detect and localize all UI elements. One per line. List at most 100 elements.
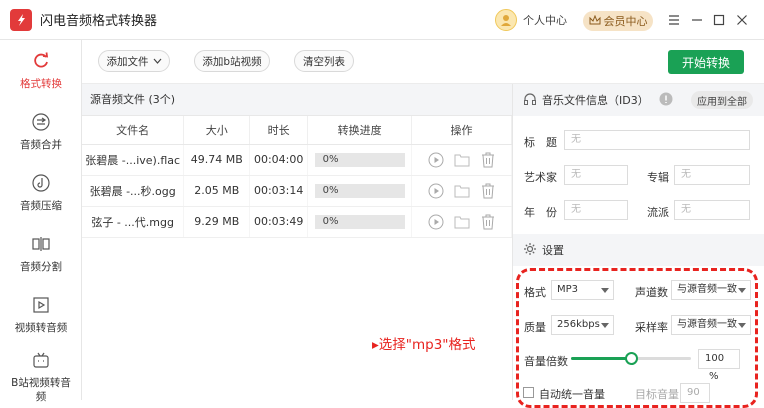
clear-list-button[interactable]: 清空列表 [294, 50, 354, 72]
title-input[interactable]: 无 [564, 130, 750, 150]
table-row[interactable]: 张碧晨 -...秒.ogg 2.05 MB 00:03:14 0% [82, 175, 512, 207]
format-select[interactable]: MP3 [551, 280, 614, 300]
genre-input[interactable]: 无 [674, 200, 750, 220]
delete-icon[interactable] [480, 214, 496, 230]
sidebar-item-audio-compress[interactable]: 音频压缩 [0, 164, 82, 224]
crown-icon [589, 14, 601, 28]
clear-list-label: 清空列表 [303, 55, 345, 68]
play-icon[interactable] [428, 183, 444, 199]
user-center-label: 个人中心 [523, 14, 567, 27]
sidebar-item-bilibili-to-audio[interactable]: B站视频转音频 [0, 343, 82, 403]
sidebar-item-label: 音频压缩 [20, 200, 62, 212]
column-header: 转换进度 [307, 116, 413, 145]
chevron-down-icon [601, 323, 609, 328]
channel-label: 声道数 [635, 286, 668, 299]
chevron-down-icon [601, 288, 609, 293]
settings-section-header: 设置 [513, 234, 764, 266]
toolbar: 添加文件 添加b站视频 清空列表 开始转换 [82, 40, 764, 84]
sidebar-item-label: 音频合并 [20, 139, 62, 151]
add-bilibili-button[interactable]: 添加b站视频 [194, 50, 270, 72]
sidebar-item-label: 音频分割 [20, 261, 62, 273]
close-icon[interactable] [734, 12, 750, 28]
quality-select[interactable]: 256kbps [551, 315, 614, 335]
sidebar-item-label: 视频转音频 [14, 322, 68, 334]
file-duration: 00:04:00 [249, 144, 309, 176]
file-list-header: 源音频文件 (3个) [82, 84, 512, 116]
sidebar-item-video-to-audio[interactable]: 视频转音频 [0, 286, 82, 346]
user-center[interactable]: 个人中心 [495, 9, 567, 31]
volume-label: 音量倍数 [524, 355, 568, 368]
compress-icon [30, 172, 52, 194]
format-label: 格式 [524, 286, 546, 299]
annotation-text: ▸选择"mp3"格式 [372, 337, 476, 353]
id3-title: 音乐文件信息（ID3） [542, 94, 649, 107]
year-input[interactable]: 无 [564, 200, 628, 220]
album-input[interactable]: 无 [674, 165, 750, 185]
start-convert-label: 开始转换 [681, 55, 730, 70]
artist-label: 艺术家 [524, 171, 557, 184]
title-label: 标 题 [524, 136, 557, 149]
avatar-icon [495, 9, 517, 31]
video-icon [30, 294, 52, 316]
progress-bar: 0% [314, 152, 405, 167]
chevron-down-icon [738, 323, 746, 328]
target-volume-input[interactable]: 90 [680, 383, 710, 403]
sidebar-item-audio-split[interactable]: 音频分割 [0, 225, 82, 285]
table-row[interactable]: 弦子 - ...代.mgg 9.29 MB 00:03:49 0% [82, 206, 512, 238]
column-header: 大小 [183, 116, 251, 145]
column-header: 文件名 [82, 116, 185, 145]
add-file-button[interactable]: 添加文件 [98, 50, 170, 72]
file-duration: 00:03:14 [249, 175, 309, 207]
gear-icon [523, 242, 537, 259]
file-name: 张碧晨 -...ive).flac [82, 144, 185, 176]
samplerate-select[interactable]: 与源音频一致 [671, 315, 751, 335]
delete-icon[interactable] [480, 183, 496, 199]
artist-input[interactable]: 无 [564, 165, 628, 185]
play-icon[interactable] [428, 214, 444, 230]
samplerate-label: 采样率 [635, 321, 668, 334]
volume-unit: % [709, 371, 719, 382]
folder-icon[interactable] [454, 214, 470, 230]
folder-icon[interactable] [454, 152, 470, 168]
maximize-icon[interactable] [711, 12, 727, 28]
sidebar-item-format-convert[interactable]: 格式转换 [0, 42, 82, 102]
chevron-down-icon [738, 288, 746, 293]
volume-input[interactable]: 100 % [698, 349, 740, 382]
volume-slider-knob[interactable] [625, 352, 638, 365]
format-value: MP3 [557, 284, 579, 295]
file-name: 弦子 - ...代.mgg [82, 206, 185, 238]
volume-value: 100 [705, 353, 725, 364]
channel-select[interactable]: 与源音频一致 [671, 280, 751, 300]
volume-slider[interactable] [571, 352, 691, 365]
file-size: 2.05 MB [183, 175, 251, 207]
quality-value: 256kbps [557, 319, 600, 330]
minimize-icon[interactable] [689, 12, 705, 28]
folder-icon[interactable] [454, 183, 470, 199]
id3-section-header: 音乐文件信息（ID3） 应用到全部 [513, 84, 764, 116]
menu-icon[interactable] [666, 12, 682, 28]
play-icon[interactable] [428, 152, 444, 168]
sidebar-item-audio-merge[interactable]: 音频合并 [0, 103, 82, 163]
vip-center-label: 会员中心 [603, 15, 648, 28]
add-bilibili-label: 添加b站视频 [202, 55, 262, 68]
info-icon[interactable] [659, 92, 673, 109]
file-size: 9.29 MB [183, 206, 251, 238]
column-header: 操作 [411, 116, 512, 145]
bilibili-icon [30, 351, 52, 371]
album-label: 专辑 [647, 171, 669, 184]
vip-center-button[interactable]: 会员中心 [583, 11, 653, 31]
apply-all-button[interactable]: 应用到全部 [691, 91, 753, 109]
volume-slider-fill [571, 357, 631, 360]
table-row[interactable]: 张碧晨 -...ive).flac 49.74 MB 00:04:00 0% [82, 144, 512, 176]
year-label: 年 份 [524, 206, 557, 219]
split-icon [30, 233, 52, 255]
app-logo-icon [10, 8, 32, 31]
delete-icon[interactable] [480, 152, 496, 168]
auto-volume-checkbox[interactable] [523, 387, 534, 398]
channel-value: 与源音频一致 [677, 284, 737, 295]
sidebar: 格式转换 音频合并 音频压缩 音频分割 视频转音频 B站视频转音频 [0, 40, 82, 403]
add-file-label: 添加文件 [106, 55, 149, 68]
file-size: 49.74 MB [183, 144, 251, 176]
samplerate-value: 与源音频一致 [677, 319, 737, 330]
start-convert-button[interactable]: 开始转换 [668, 50, 744, 74]
